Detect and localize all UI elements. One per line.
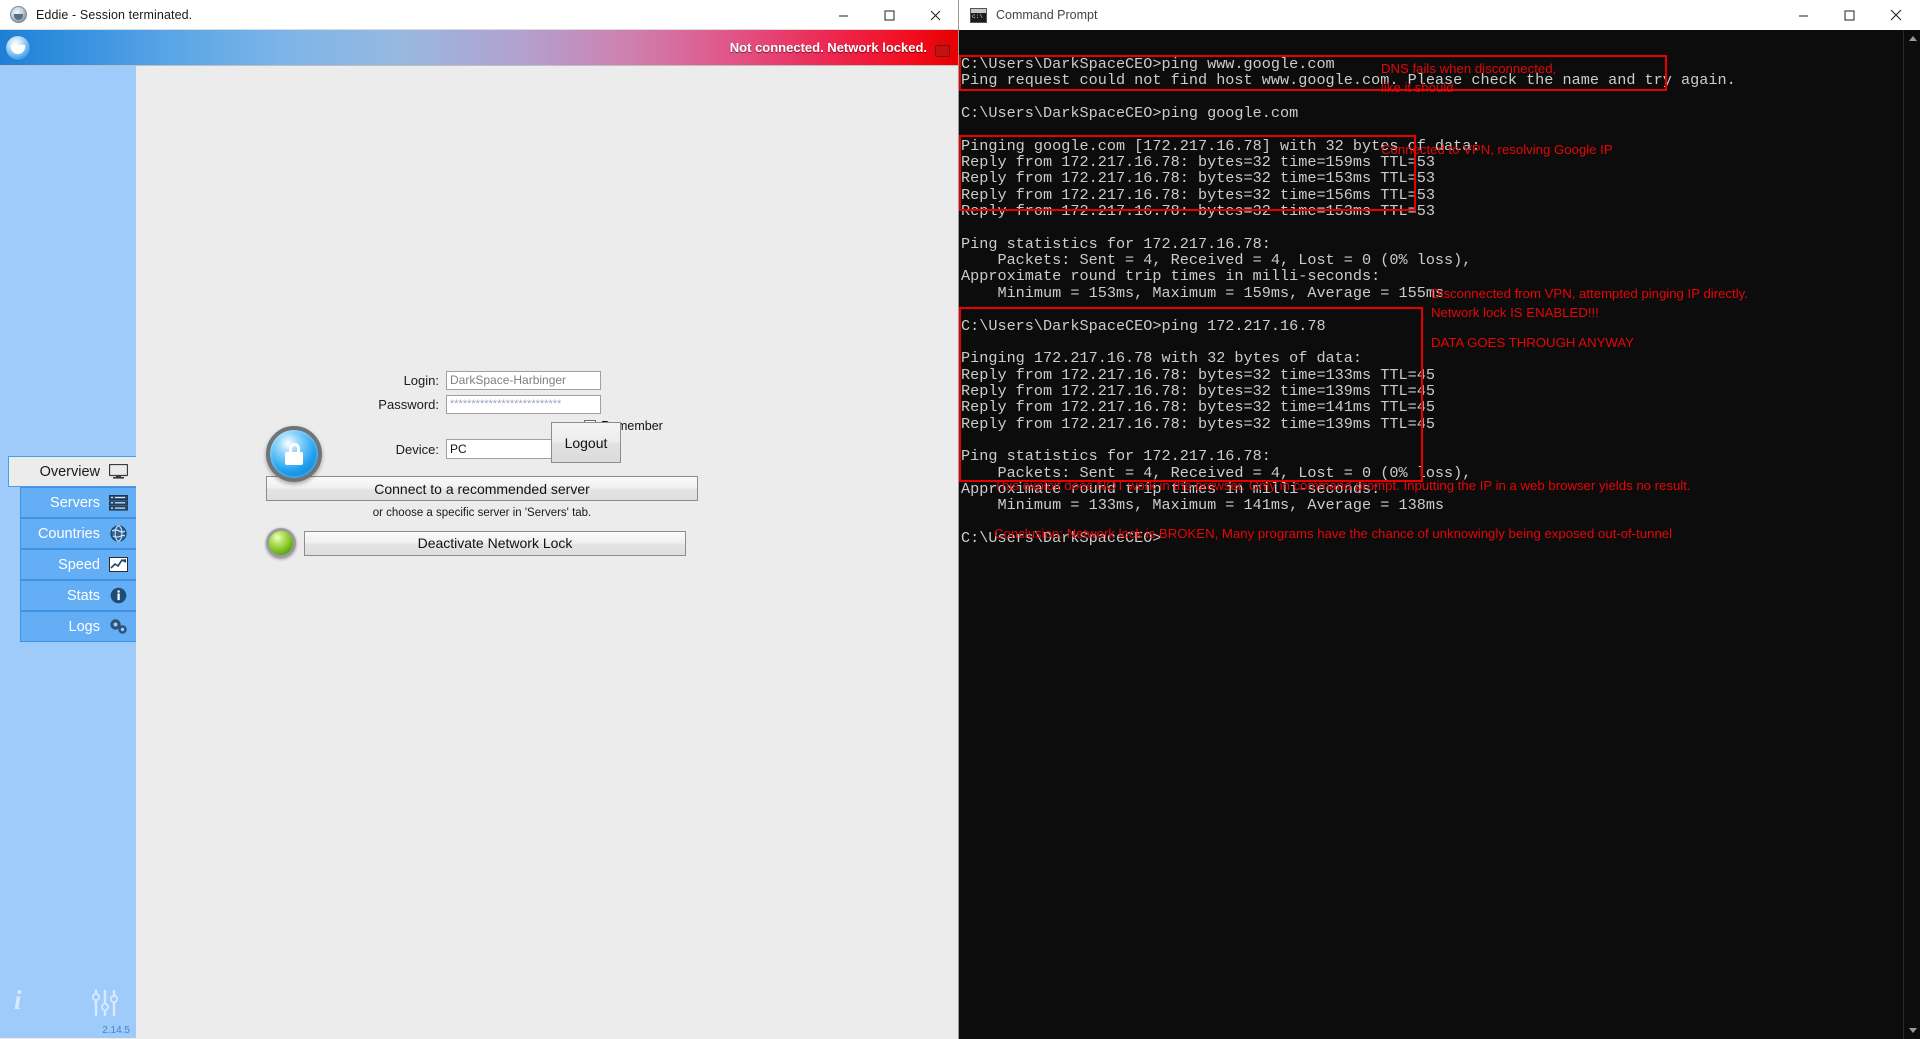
login-label: Login: [403, 373, 439, 388]
eddie-sidebar: Overview Servers Countries Speed Stats L… [0, 66, 136, 1038]
cmd-maximize-button[interactable] [1826, 0, 1872, 30]
chart-icon [108, 556, 128, 574]
cmd-icon [970, 7, 987, 23]
eddie-maximize-button[interactable] [866, 0, 912, 30]
network-lock-row: Deactivate Network Lock [266, 528, 686, 558]
about-info-icon[interactable]: i [14, 985, 22, 1016]
eddie-window: Eddie - Session terminated. Not connecte… [0, 0, 959, 1039]
sidebar-bottom-bar: i 2.14.5 [0, 963, 136, 1038]
network-lock-status-led [266, 528, 296, 558]
choose-server-hint: or choose a specific server in 'Servers'… [372, 507, 592, 519]
eddie-window-controls [820, 0, 958, 30]
deactivate-network-lock-button[interactable]: Deactivate Network Lock [304, 530, 686, 556]
connection-status-text: Not connected. Network locked. [729, 40, 927, 55]
sidebar-item-logs[interactable]: Logs [20, 611, 136, 642]
sidebar-item-label: Overview [39, 463, 100, 480]
device-label: Device: [395, 441, 439, 457]
gears-icon [108, 618, 128, 636]
screenshot-root: Eddie - Session terminated. Not connecte… [0, 0, 1920, 1039]
annotation-data-goes-through: DATA GOES THROUGH ANYWAY [1431, 335, 1634, 350]
eddie-title-bar: Eddie - Session terminated. [0, 0, 958, 30]
eddie-window-title: Eddie - Session terminated. [36, 7, 193, 22]
cmd-terminal-body[interactable]: C:\Users\DarkSpaceCEO>ping www.google.co… [959, 30, 1920, 1039]
sidebar-item-label: Logs [68, 618, 100, 635]
scroll-down-icon[interactable] [1904, 1022, 1920, 1039]
sidebar-item-speed[interactable]: Speed [20, 549, 136, 580]
minimize-icon [1798, 15, 1808, 16]
cmd-title-bar: Command Prompt [959, 0, 1920, 30]
sidebar-item-label: Speed [58, 556, 100, 573]
sidebar-item-label: Servers [50, 494, 100, 511]
eddie-body: Overview Servers Countries Speed Stats L… [0, 66, 958, 1038]
login-row: Login: DarkSpace-Harbinger [371, 371, 686, 390]
scroll-up-icon[interactable] [1904, 30, 1920, 47]
cmd-scrollbar[interactable] [1903, 30, 1920, 1039]
eddie-content-panel: Login: DarkSpace-Harbinger Password: ***… [136, 66, 958, 1038]
cmd-close-button[interactable] [1872, 0, 1920, 30]
eddie-close-button[interactable] [912, 0, 958, 30]
maximize-icon [884, 10, 894, 20]
password-label: Password: [378, 397, 439, 412]
monitor-icon [108, 463, 128, 481]
sidebar-nav: Overview Servers Countries Speed Stats L… [0, 456, 136, 642]
connect-recommended-server-button[interactable]: Connect to a recommended server [266, 476, 698, 501]
annotation-browser-exploit-note: This exploit does NOT work in the browse… [994, 478, 1691, 493]
eddie-app-icon [10, 6, 27, 23]
sidebar-item-countries[interactable]: Countries [20, 518, 136, 549]
annotation-dns-fails: DNS fails when disconnected, like it sho… [1381, 61, 1557, 95]
app-version-label: 2.14.5 [102, 1025, 130, 1036]
annotation-network-lock-enabled: Disconnected from VPN, attempted pinging… [1431, 286, 1748, 320]
annotation-vpn-connected: Connected to VPN, resolving Google IP [1381, 142, 1613, 157]
servers-icon [108, 494, 128, 512]
close-icon [930, 10, 940, 20]
password-row: Password: ************************** [371, 395, 686, 414]
close-icon [1890, 9, 1902, 21]
eddie-status-bar: Not connected. Network locked. [0, 30, 958, 66]
cmd-window-title: Command Prompt [996, 8, 1098, 22]
sidebar-item-stats[interactable]: Stats [20, 580, 136, 611]
network-lock-icon [935, 38, 950, 57]
login-input[interactable]: DarkSpace-Harbinger [446, 371, 601, 390]
sidebar-item-label: Stats [66, 587, 100, 604]
device-select-value: PC [450, 442, 467, 456]
sidebar-item-label: Countries [37, 525, 100, 542]
logout-button[interactable]: Logout [551, 422, 621, 463]
maximize-icon [1844, 10, 1854, 20]
command-prompt-window: Command Prompt C:\Users\DarkSpaceCEO>pin… [959, 0, 1920, 1039]
sidebar-item-overview[interactable]: Overview [8, 456, 136, 487]
cmd-window-controls [1780, 0, 1920, 30]
password-input[interactable]: ************************** [446, 395, 601, 414]
cmd-minimize-button[interactable] [1780, 0, 1826, 30]
sliders-icon[interactable] [88, 988, 122, 1018]
annotation-conclusion: Conclusion: Network lock is BROKEN, Many… [994, 526, 1673, 541]
eddie-minimize-button[interactable] [820, 0, 866, 30]
login-panel: Login: DarkSpace-Harbinger Password: ***… [266, 371, 698, 558]
eddie-logo-icon [6, 35, 30, 60]
sidebar-item-servers[interactable]: Servers [20, 487, 136, 518]
minimize-icon [838, 15, 848, 16]
globe-icon [108, 525, 128, 543]
padlock-badge-icon [266, 426, 322, 482]
info-circle-icon [108, 587, 128, 605]
device-row: Device: PC [371, 439, 686, 459]
